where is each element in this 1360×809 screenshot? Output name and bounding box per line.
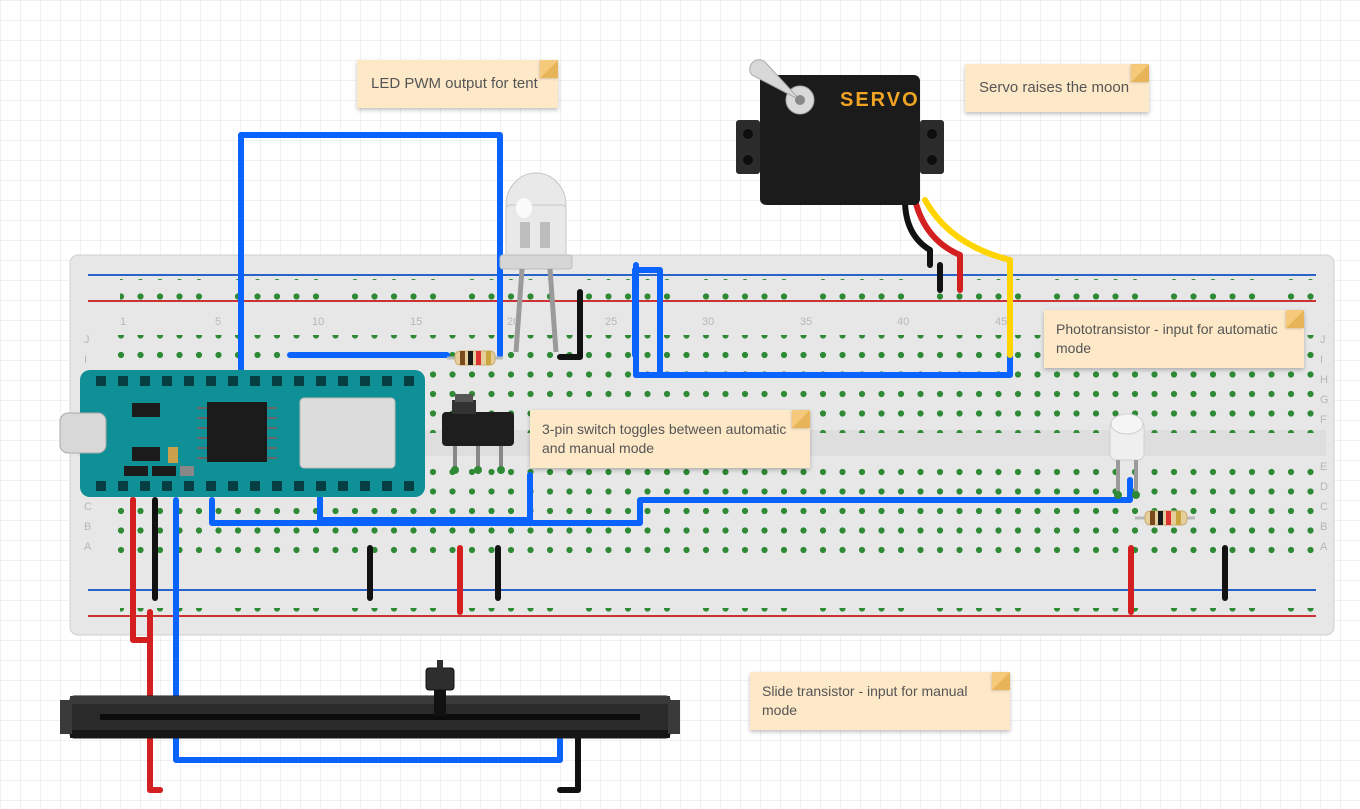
svg-text:C: C xyxy=(84,501,92,513)
servo: SERVO xyxy=(736,60,944,205)
svg-text:10: 10 xyxy=(312,316,324,328)
servo-label: SERVO xyxy=(840,89,920,111)
svg-text:C: C xyxy=(1320,501,1328,513)
note-photo: Phototransistor - input for automatic mo… xyxy=(1044,310,1304,368)
resistor-led xyxy=(447,351,503,365)
note-text: Phototransistor - input for automatic mo… xyxy=(1056,321,1278,356)
svg-text:J: J xyxy=(1320,334,1326,346)
note-switch: 3-pin switch toggles between automatic a… xyxy=(530,410,810,468)
svg-text:A: A xyxy=(1320,541,1328,553)
svg-text:5: 5 xyxy=(215,316,221,328)
svg-text:J: J xyxy=(84,334,90,346)
svg-text:D: D xyxy=(1320,481,1328,493)
note-text: Servo raises the moon xyxy=(979,79,1129,96)
svg-text:25: 25 xyxy=(605,316,617,328)
svg-text:B: B xyxy=(84,521,91,533)
note-slide: Slide transistor - input for manual mode xyxy=(750,672,1010,730)
svg-text:A: A xyxy=(84,541,92,553)
note-servo: Servo raises the moon xyxy=(965,64,1149,112)
svg-text:40: 40 xyxy=(897,316,909,328)
svg-text:I: I xyxy=(84,354,87,366)
svg-text:B: B xyxy=(1320,521,1327,533)
circuit-diagram: 1510 152025 303540 455055 60 xyxy=(0,0,1360,809)
svg-text:15: 15 xyxy=(410,316,422,328)
note-led: LED PWM output for tent xyxy=(357,60,558,108)
note-text: 3-pin switch toggles between automatic a… xyxy=(542,421,786,456)
microcontroller xyxy=(60,370,425,497)
svg-text:30: 30 xyxy=(702,316,714,328)
svg-text:H: H xyxy=(1320,374,1328,386)
svg-text:E: E xyxy=(1320,461,1327,473)
svg-text:35: 35 xyxy=(800,316,812,328)
svg-text:G: G xyxy=(1320,394,1329,406)
svg-text:1: 1 xyxy=(120,316,126,328)
note-text: Slide transistor - input for manual mode xyxy=(762,683,967,718)
svg-text:F: F xyxy=(1320,414,1327,426)
svg-text:I: I xyxy=(1320,354,1323,366)
note-text: LED PWM output for tent xyxy=(371,75,538,92)
svg-text:45: 45 xyxy=(995,316,1007,328)
